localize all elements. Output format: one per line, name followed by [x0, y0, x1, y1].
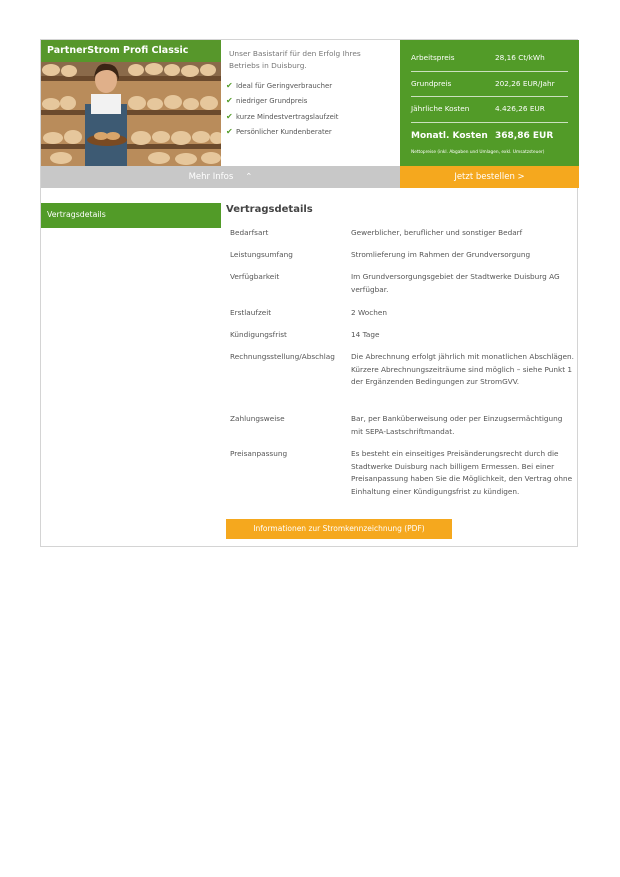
feature-list: ✔ Ideal für Geringverbraucher ✔ niedriger …	[226, 78, 400, 140]
feature-item: ✔ Ideal für Geringverbraucher	[226, 78, 400, 93]
details-title: Vertragsdetails	[226, 204, 313, 215]
price-row-base: Grundpreis 202,26 EUR/Jahr	[411, 72, 568, 97]
tab-vertragsdetails[interactable]: Vertragsdetails	[41, 203, 221, 228]
price-row-annual: Jährliche Kosten 4.426,26 EUR	[411, 97, 568, 123]
detail-row: Erstlaufzeit 2 Wochen	[230, 308, 387, 317]
check-icon: ✔	[226, 127, 233, 137]
price-row-monthly: Monatl. Kosten 368,86 EUR	[411, 130, 554, 141]
hero-image: PartnerStrom Profi Classic	[41, 40, 221, 166]
product-title: PartnerStrom Profi Classic	[41, 40, 221, 62]
check-icon: ✔	[226, 111, 233, 121]
detail-row: Leistungsumfang Stromlieferung im Rahmen…	[230, 250, 531, 259]
detail-row: Kündigungsfrist 14 Tage	[230, 330, 380, 339]
pdf-download-button[interactable]: Informationen zur Stromkennzeichnung (PD…	[226, 519, 452, 539]
action-bar: Mehr Infos ⌃ Jetzt bestellen >	[41, 166, 579, 188]
feature-item: ✔ kurze Mindestvertragslaufzeit	[226, 109, 400, 124]
tariff-card: PartnerStrom Profi Classic Unser Basista…	[40, 39, 579, 547]
detail-row: Verfügbarkeit Im Grundversorgungsgebiet …	[230, 272, 560, 294]
intro-text: Unser Basistarif für den Erfolg Ihres Be…	[229, 49, 361, 70]
more-info-button[interactable]: Mehr Infos ⌃	[41, 166, 400, 188]
detail-row: Preisanpassung Es besteht ein einseitige…	[230, 449, 573, 497]
feature-item: ✔ niedriger Grundpreis	[226, 93, 400, 108]
price-note: Nettopreise (inkl. Abgaben und Umlagen, …	[411, 149, 545, 155]
order-button[interactable]: Jetzt bestellen >	[400, 166, 579, 188]
chevron-up-icon: ⌃	[245, 172, 253, 182]
price-panel: Arbeitspreis 28,16 Ct/kWh Grundpreis 202…	[400, 40, 579, 166]
detail-row: Rechnungsstellung/Abschlag Die Abrechnun…	[230, 352, 574, 387]
detail-row: Bedarfsart Gewerblicher, beruflicher und…	[230, 228, 523, 237]
feature-item: ✔ Persönlicher Kundenberater	[226, 124, 400, 139]
price-row-work: Arbeitspreis 28,16 Ct/kWh	[411, 46, 568, 72]
detail-row: Zahlungsweise Bar, per Banküberweisung o…	[230, 414, 563, 436]
check-icon: ✔	[226, 81, 233, 90]
check-icon: ✔	[226, 96, 233, 106]
product-intro: Unser Basistarif für den Erfolg Ihres Be…	[221, 40, 400, 166]
contract-details: Vertragsdetails	[226, 203, 574, 219]
